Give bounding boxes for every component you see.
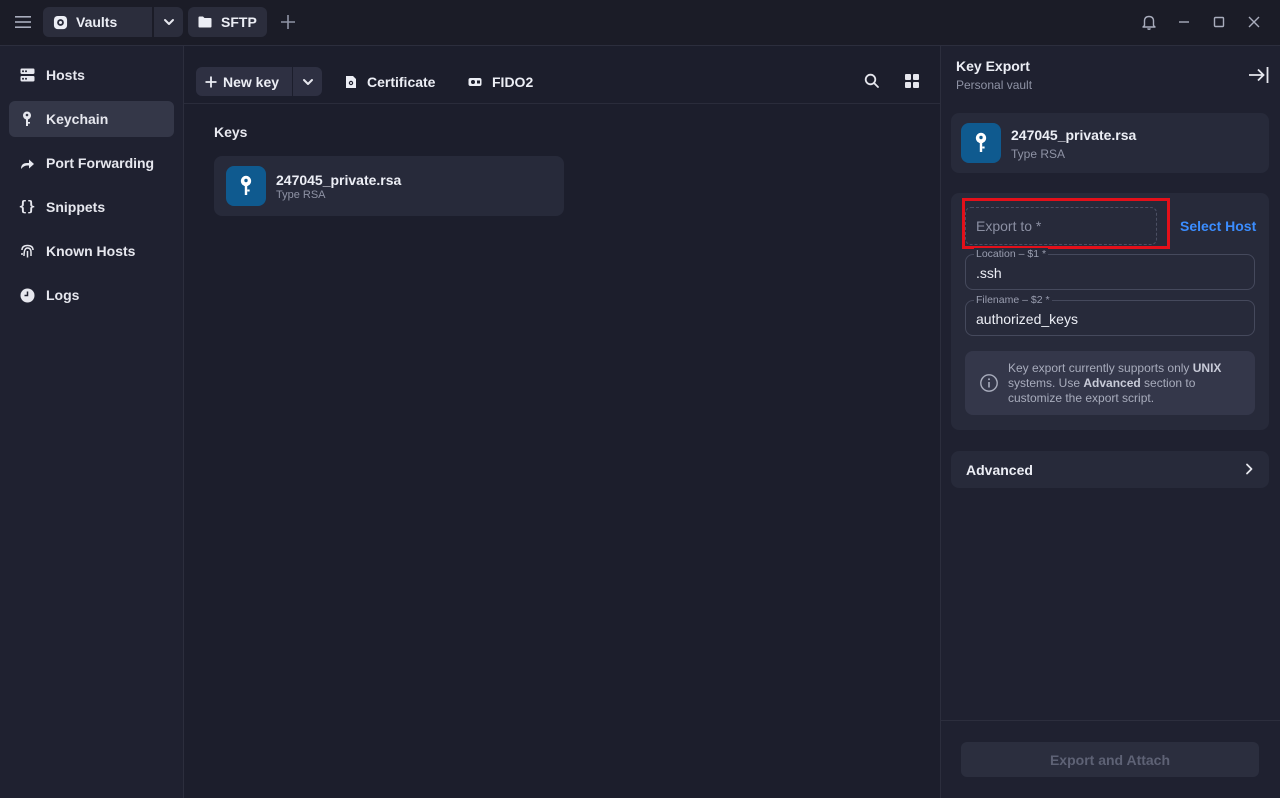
filename-field[interactable]: Filename – $2 * authorized_keys xyxy=(965,294,1255,336)
new-key-label: New key xyxy=(223,73,280,90)
fido2-button[interactable]: FIDO2 xyxy=(468,67,533,96)
security-key-icon xyxy=(468,77,482,86)
vaults-tab-main[interactable]: Vaults xyxy=(43,7,153,37)
export-to-placeholder: Export to * xyxy=(976,218,1042,234)
export-and-attach-button[interactable]: Export and Attach xyxy=(961,742,1259,777)
close-icon[interactable] xyxy=(1245,13,1263,31)
selected-key-card: 247045_private.rsa Type RSA xyxy=(951,113,1269,173)
vault-icon xyxy=(53,15,68,29)
key-export-panel: Key Export Personal vault 247045_private… xyxy=(940,46,1280,798)
new-key-dropdown-button[interactable] xyxy=(293,67,322,96)
clock-icon xyxy=(19,287,35,303)
export-button-label: Export and Attach xyxy=(1049,751,1171,768)
info-icon xyxy=(980,374,998,392)
vaults-dropdown-button[interactable] xyxy=(154,7,183,37)
menu-icon[interactable] xyxy=(14,13,32,31)
maximize-icon[interactable] xyxy=(1210,13,1228,31)
sidebar-item-snippets[interactable]: {} Snippets xyxy=(9,189,174,225)
sidebar-item-label: Hosts xyxy=(46,67,85,83)
certificate-label: Certificate xyxy=(367,73,436,90)
sidebar-item-label: Known Hosts xyxy=(46,243,136,259)
bell-icon[interactable] xyxy=(1140,13,1158,31)
sidebar-item-port-forwarding[interactable]: Port Forwarding xyxy=(9,145,174,181)
key-card[interactable]: 247045_private.rsa Type RSA xyxy=(214,156,564,216)
key-icon xyxy=(19,111,35,127)
sidebar-item-label: Keychain xyxy=(46,111,109,127)
title-bar: Vaults SFTP xyxy=(0,0,1280,46)
key-icon xyxy=(961,123,1001,163)
info-box: Key export currently supports only UNIX … xyxy=(965,351,1255,415)
chevron-right-icon xyxy=(1246,463,1253,475)
selected-key-name: 247045_private.rsa xyxy=(1011,127,1137,143)
grid-view-icon[interactable] xyxy=(903,72,921,90)
collapse-panel-icon[interactable] xyxy=(1248,65,1270,85)
key-name: 247045_private.rsa xyxy=(276,172,402,188)
sftp-tab-label: SFTP xyxy=(221,14,257,30)
location-field[interactable]: Location – $1 * .ssh xyxy=(965,248,1255,290)
chevron-down-icon xyxy=(302,78,313,85)
filename-value: authorized_keys xyxy=(976,311,1078,327)
sidebar-item-label: Snippets xyxy=(46,199,106,215)
vaults-tab-label: Vaults xyxy=(76,14,118,30)
vaults-tab[interactable]: Vaults xyxy=(43,7,183,37)
sftp-tab[interactable]: SFTP xyxy=(188,7,267,37)
minimize-icon[interactable] xyxy=(1175,13,1193,31)
braces-icon: {} xyxy=(18,199,36,215)
folder-icon xyxy=(198,16,212,28)
panel-subtitle: Personal vault xyxy=(956,78,1033,92)
sidebar-item-label: Port Forwarding xyxy=(46,155,155,171)
new-key-button[interactable]: New key xyxy=(196,67,292,96)
key-icon xyxy=(226,166,266,206)
sidebar-item-known-hosts[interactable]: Known Hosts xyxy=(9,233,174,269)
main-content: New key Certificate FIDO2 Keys 247045_pr… xyxy=(184,46,940,798)
selected-key-type: Type RSA xyxy=(1011,147,1066,161)
fido2-label: FIDO2 xyxy=(492,73,534,90)
sidebar: Hosts Keychain Port Forwarding {} Snippe… xyxy=(0,46,184,798)
port-forward-icon xyxy=(19,155,35,171)
panel-footer: Export and Attach xyxy=(941,720,1280,798)
sidebar-item-keychain[interactable]: Keychain xyxy=(9,101,174,137)
export-to-field[interactable]: Export to * xyxy=(965,207,1157,245)
export-form: Export to * Select Host Location – $1 * … xyxy=(951,193,1269,430)
panel-title: Key Export xyxy=(956,58,1030,74)
hosts-icon xyxy=(19,67,35,83)
advanced-section-button[interactable]: Advanced xyxy=(951,451,1269,488)
certificate-icon xyxy=(346,75,356,88)
plus-icon xyxy=(205,76,217,87)
key-type: Type RSA xyxy=(276,189,326,201)
chevron-down-icon xyxy=(163,19,174,25)
plus-icon[interactable] xyxy=(279,13,297,31)
location-value: .ssh xyxy=(976,265,1002,281)
sidebar-item-label: Logs xyxy=(46,287,80,303)
sidebar-item-hosts[interactable]: Hosts xyxy=(9,57,174,93)
filename-label: Filename – $2 * xyxy=(974,294,1052,306)
select-host-link[interactable]: Select Host xyxy=(1180,218,1256,234)
search-icon[interactable] xyxy=(863,72,881,90)
fingerprint-icon xyxy=(19,243,35,259)
location-label: Location – $1 * xyxy=(974,248,1049,260)
certificate-button[interactable]: Certificate xyxy=(345,67,435,96)
keys-section-title: Keys xyxy=(214,124,248,140)
toolbar: New key Certificate FIDO2 xyxy=(184,46,940,104)
advanced-label: Advanced xyxy=(966,462,1033,478)
sidebar-item-logs[interactable]: Logs xyxy=(9,277,174,313)
info-text: Key export currently supports only UNIX … xyxy=(1008,361,1222,405)
